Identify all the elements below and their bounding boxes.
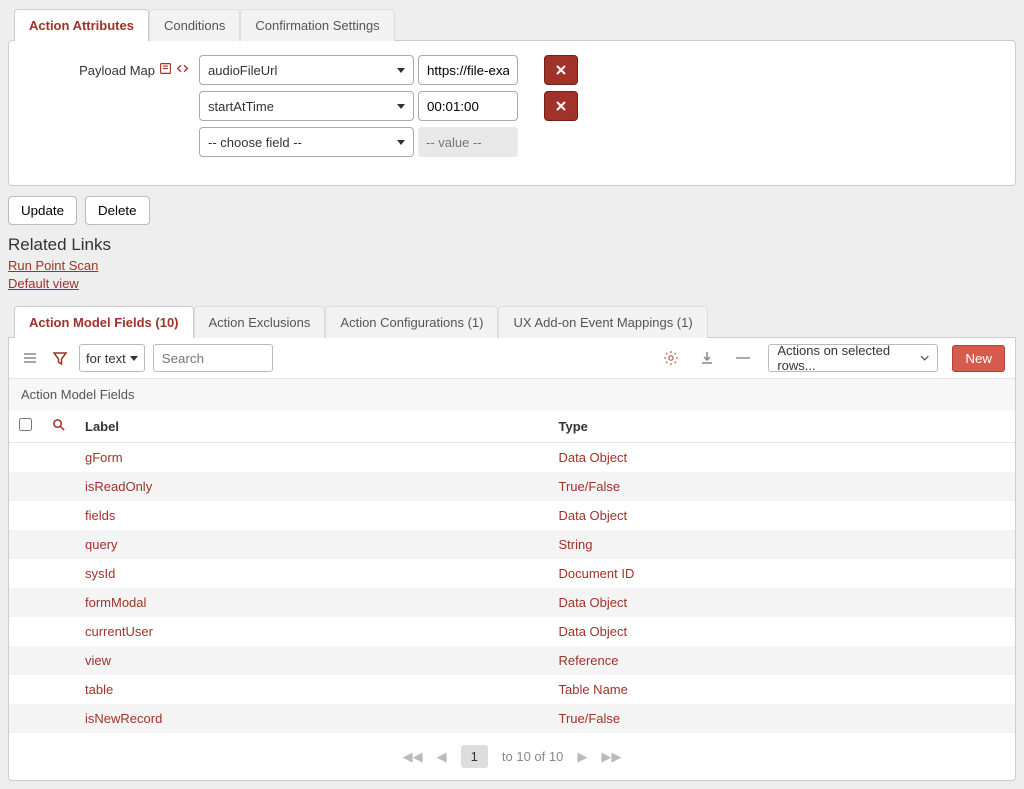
chevron-down-icon — [397, 140, 405, 145]
next-page-icon[interactable]: ▶ — [577, 749, 587, 765]
related-links-heading: Related Links — [8, 235, 1016, 255]
search-mode-select[interactable]: for text — [79, 344, 145, 372]
actions-on-rows-select[interactable]: Actions on selected rows... — [768, 344, 938, 372]
table-row[interactable]: table Table Name — [9, 675, 1015, 704]
table-row[interactable]: formModal Data Object — [9, 588, 1015, 617]
close-icon — [555, 64, 567, 76]
default-view-link[interactable]: Default view — [8, 275, 1016, 293]
table-row[interactable]: query String — [9, 530, 1015, 559]
select-all-checkbox[interactable] — [19, 418, 32, 431]
table-row[interactable]: isNewRecord True/False — [9, 704, 1015, 733]
table-row[interactable]: gForm Data Object — [9, 443, 1015, 473]
payload-field-select-0[interactable]: audioFileUrl — [199, 55, 414, 85]
chevron-down-icon — [920, 353, 929, 363]
cell-type[interactable]: Table Name — [548, 675, 1015, 704]
cell-label[interactable]: sysId — [75, 559, 548, 588]
code-icon[interactable] — [176, 62, 189, 78]
table-row[interactable]: sysId Document ID — [9, 559, 1015, 588]
cell-type[interactable]: Data Object — [548, 501, 1015, 530]
first-page-icon[interactable]: ◀◀ — [403, 749, 423, 765]
cell-label[interactable]: isNewRecord — [75, 704, 548, 733]
payload-value-input-1[interactable] — [418, 91, 518, 121]
column-type[interactable]: Type — [548, 410, 1015, 443]
search-input[interactable] — [153, 344, 273, 372]
table-row[interactable]: isReadOnly True/False — [9, 472, 1015, 501]
cell-type[interactable]: Data Object — [548, 588, 1015, 617]
action-attributes-panel: Payload Map audioFileUrl startAtTime — [8, 40, 1016, 186]
cell-label[interactable]: view — [75, 646, 548, 675]
table-row[interactable]: view Reference — [9, 646, 1015, 675]
cell-label[interactable]: query — [75, 530, 548, 559]
gear-icon[interactable] — [660, 347, 682, 369]
table-row[interactable]: currentUser Data Object — [9, 617, 1015, 646]
model-fields-panel: for text Actions on selected rows... New… — [8, 337, 1016, 781]
delete-button[interactable]: Delete — [85, 196, 150, 225]
cell-label[interactable]: table — [75, 675, 548, 704]
payload-field-select-new[interactable]: -- choose field -- — [199, 127, 414, 157]
table-row[interactable]: fields Data Object — [9, 501, 1015, 530]
pager: ◀◀ ◀ 1 to 10 of 10 ▶ ▶▶ — [9, 733, 1015, 780]
cell-type[interactable]: True/False — [548, 472, 1015, 501]
cell-label[interactable]: gForm — [75, 443, 548, 473]
column-search-icon[interactable] — [52, 419, 65, 434]
cell-label[interactable]: fields — [75, 501, 548, 530]
column-label[interactable]: Label — [75, 410, 548, 443]
prev-page-icon[interactable]: ◀ — [437, 749, 447, 765]
tab-ux-addon-mappings[interactable]: UX Add-on Event Mappings (1) — [498, 306, 707, 338]
close-icon — [555, 100, 567, 112]
tab-action-model-fields[interactable]: Action Model Fields (10) — [14, 306, 194, 338]
hamburger-icon[interactable] — [19, 347, 41, 369]
cell-label[interactable]: formModal — [75, 588, 548, 617]
page-range: to 10 of 10 — [502, 749, 563, 764]
chevron-down-icon — [397, 104, 405, 109]
cell-label[interactable]: isReadOnly — [75, 472, 548, 501]
list-title: Action Model Fields — [9, 378, 1015, 410]
cell-type[interactable]: String — [548, 530, 1015, 559]
filter-icon[interactable] — [49, 347, 71, 369]
update-button[interactable]: Update — [8, 196, 77, 225]
payload-value-placeholder: -- value -- — [418, 127, 518, 157]
run-point-scan-link[interactable]: Run Point Scan — [8, 257, 1016, 275]
collapse-icon[interactable] — [732, 347, 754, 369]
download-icon[interactable] — [696, 347, 718, 369]
cell-type[interactable]: True/False — [548, 704, 1015, 733]
cell-type[interactable]: Document ID — [548, 559, 1015, 588]
cell-label[interactable]: currentUser — [75, 617, 548, 646]
current-page[interactable]: 1 — [461, 745, 488, 768]
tab-confirmation-settings[interactable]: Confirmation Settings — [240, 9, 394, 41]
model-fields-table: Label Type gForm Data Object isReadOnly … — [9, 410, 1015, 733]
remove-row-button-0[interactable] — [544, 55, 578, 85]
tab-action-exclusions[interactable]: Action Exclusions — [194, 306, 326, 338]
tab-action-configurations[interactable]: Action Configurations (1) — [325, 306, 498, 338]
chevron-down-icon — [397, 68, 405, 73]
last-page-icon[interactable]: ▶▶ — [601, 749, 621, 765]
chevron-down-icon — [130, 356, 138, 361]
remove-row-button-1[interactable] — [544, 91, 578, 121]
cell-type[interactable]: Data Object — [548, 443, 1015, 473]
tab-conditions[interactable]: Conditions — [149, 9, 240, 41]
cell-type[interactable]: Reference — [548, 646, 1015, 675]
payload-map-label: Payload Map — [29, 62, 199, 78]
payload-field-select-1[interactable]: startAtTime — [199, 91, 414, 121]
payload-value-input-0[interactable] — [418, 55, 518, 85]
new-button[interactable]: New — [952, 345, 1005, 372]
tab-action-attributes[interactable]: Action Attributes — [14, 9, 149, 41]
cell-type[interactable]: Data Object — [548, 617, 1015, 646]
form-icon[interactable] — [159, 62, 172, 78]
